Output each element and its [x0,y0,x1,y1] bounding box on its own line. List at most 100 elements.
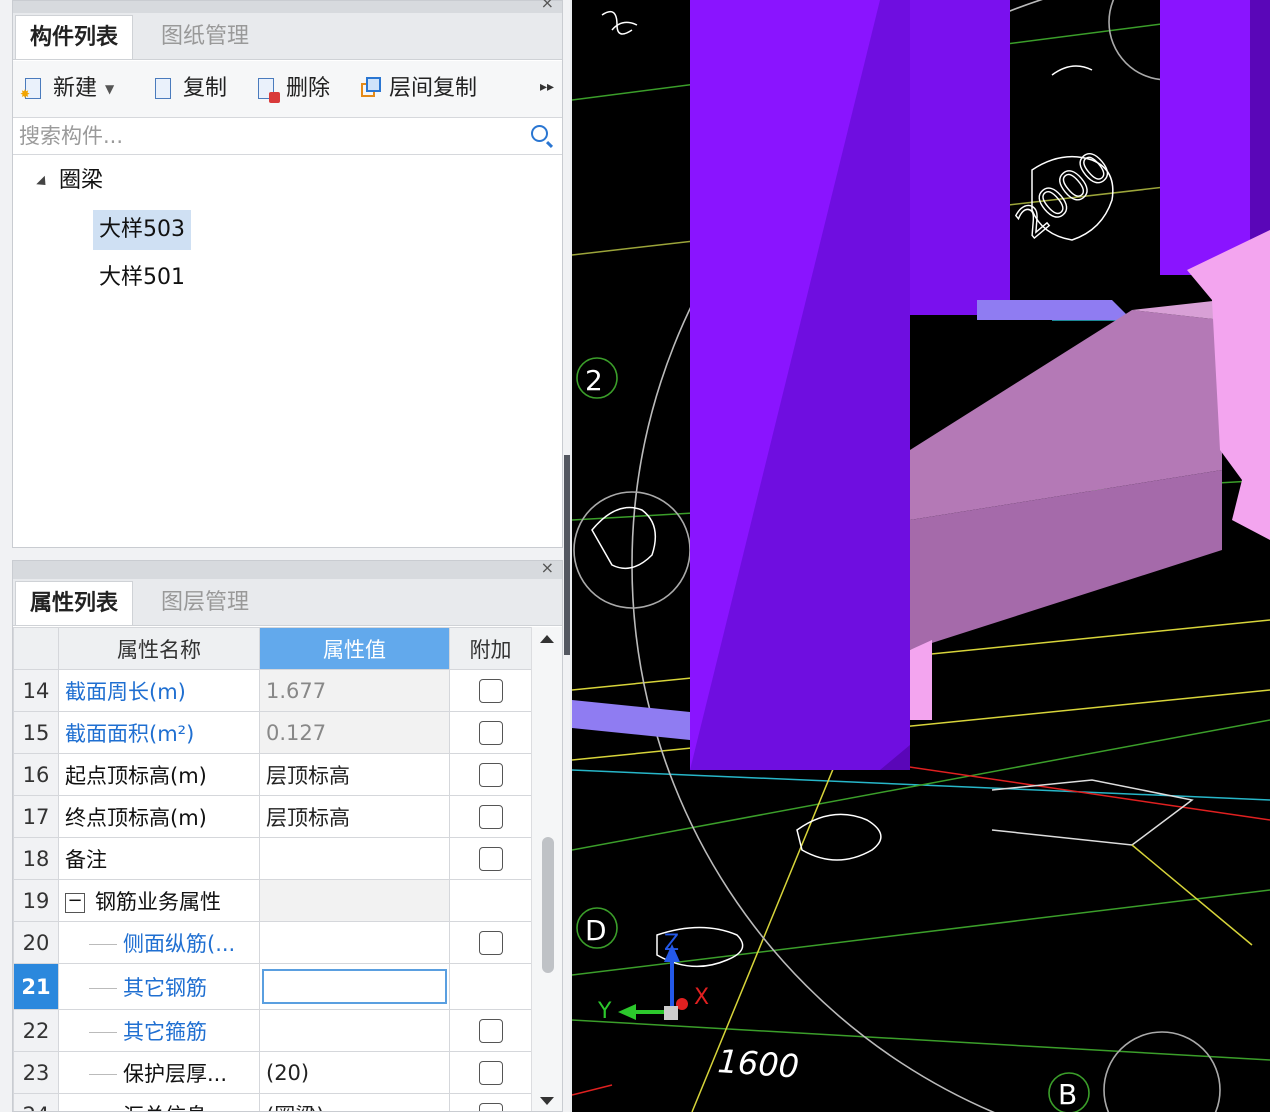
property-value[interactable]: (20) [259,1051,450,1094]
extra-checkbox[interactable] [478,805,503,829]
extra-cell [449,1093,532,1111]
row-number-header [13,627,59,670]
tab-drawing-management[interactable]: 图纸管理 [147,15,263,58]
table-row[interactable]: 14 截面周长(m) 1.677 [13,669,532,712]
property-name-label: 汇总信息 [123,1104,207,1112]
delete-button[interactable]: 删除 [256,69,330,109]
search-input[interactable] [17,120,521,152]
property-value-editor[interactable] [259,963,450,1010]
chevron-down-icon[interactable]: ▼ [105,69,114,109]
collapse-icon[interactable]: − [65,891,85,913]
value-edit-input[interactable] [262,969,447,1004]
search-icon[interactable] [531,125,548,142]
extra-cell [449,669,532,712]
floor-copy-button[interactable]: 层间复制 [359,69,477,109]
delete-icon [256,77,280,103]
axis-label-d: D [585,914,607,947]
table-row[interactable]: 20 侧面纵筋(... [13,921,532,964]
property-name: 其它箍筋 [58,1009,260,1052]
property-group-label: 钢筋业务属性 [95,889,221,914]
property-value[interactable] [259,921,450,964]
table-row[interactable]: 24 汇总信息 (圈梁) [13,1093,532,1112]
property-value: 0.127 [259,711,450,754]
property-tabs: 属性列表 图层管理 [13,579,562,626]
table-row[interactable]: 17 终点顶标高(m) 层顶标高 [13,795,532,838]
panel-splitter[interactable] [0,548,570,560]
table-row[interactable]: 23 保护层厚... (20) [13,1051,532,1094]
axis-label-x: X [694,985,709,1010]
floor-copy-button-label: 层间复制 [389,76,478,101]
column-header-value[interactable]: 属性值 [259,627,450,670]
table-row[interactable]: 15 截面面积(m²) 0.127 [13,711,532,754]
row-number: 24 [13,1093,59,1111]
tree-connector [89,944,117,945]
property-name: 终点顶标高(m) [58,795,260,838]
axis-label-y: Y [597,999,612,1024]
table-row-current[interactable]: 21 其它钢筋 [13,963,532,1010]
component-tabs: 构件列表 图纸管理 [13,13,562,60]
tree-connector [89,1032,117,1033]
property-name-label: 保护层厚... [123,1061,228,1086]
more-tools-icon[interactable]: ▸▸ [540,79,554,95]
expand-triangle-icon[interactable] [36,175,50,190]
table-row-group[interactable]: 19 − 钢筋业务属性 [13,879,532,922]
extra-checkbox[interactable] [478,1103,503,1111]
extra-checkbox[interactable] [478,1061,503,1085]
property-name: 其它钢筋 [58,963,260,1010]
property-value [259,879,450,922]
close-icon[interactable]: × [541,561,554,577]
new-button[interactable]: ✸ 新建 ▼ [20,69,114,109]
extra-checkbox[interactable] [478,763,503,787]
property-value[interactable] [259,1009,450,1052]
delete-button-label: 删除 [286,76,331,101]
property-name: 截面面积(m²) [58,711,260,754]
vertical-scrollbar[interactable] [531,627,562,1111]
scroll-down-icon[interactable] [540,1097,554,1105]
row-number: 14 [13,669,59,712]
extra-checkbox[interactable] [478,931,503,955]
row-number: 20 [13,921,59,964]
scrollbar-thumb[interactable] [542,837,554,973]
property-name: 备注 [58,837,260,880]
property-name-label: 侧面纵筋(... [123,931,236,956]
row-number: 21 [13,963,59,1010]
column-header-extra[interactable]: 附加 [449,627,532,670]
row-number: 15 [13,711,59,754]
property-value[interactable]: 层顶标高 [259,753,450,796]
extra-cell [449,921,532,964]
component-toolbar: ✸ 新建 ▼ 复制 删除 层间复制 ▸▸ [13,61,562,118]
table-row[interactable]: 18 备注 [13,837,532,880]
tab-layer-management[interactable]: 图层管理 [147,581,263,624]
extra-cell [449,1051,532,1094]
3d-viewport[interactable]: 2 D B 1600 2000 Z Y X [572,0,1270,1112]
property-group-name: − 钢筋业务属性 [58,879,260,922]
close-icon[interactable]: × [541,0,554,13]
extra-checkbox[interactable] [478,847,503,871]
extra-checkbox[interactable] [478,679,503,703]
scroll-up-icon[interactable] [540,635,554,643]
property-value[interactable]: 层顶标高 [259,795,450,838]
property-value[interactable] [259,837,450,880]
tree-item-selected[interactable]: 大样503 [93,210,191,250]
property-name: 汇总信息 [58,1093,260,1112]
extra-cell [449,963,532,1010]
tab-component-list[interactable]: 构件列表 [15,15,134,59]
row-number: 18 [13,837,59,880]
left-pane: × 构件列表 图纸管理 ✸ 新建 ▼ 复制 删除 层间复制 ▸▸ 搜索构件...… [0,0,570,1112]
property-value: 1.677 [259,669,450,712]
extra-checkbox[interactable] [478,721,503,745]
table-row[interactable]: 22 其它箍筋 [13,1009,532,1052]
property-value[interactable]: (圈梁) [259,1093,450,1111]
tree-item[interactable]: 大样501 [99,258,185,298]
axis-gizmo[interactable]: Z Y X [597,931,709,1024]
copy-button[interactable]: 复制 [153,69,227,109]
pane-resize-handle[interactable] [564,455,570,655]
extra-checkbox[interactable] [478,1019,503,1043]
component-list-panel: × 构件列表 图纸管理 ✸ 新建 ▼ 复制 删除 层间复制 ▸▸ 搜索构件...… [12,0,563,548]
table-row[interactable]: 16 起点顶标高(m) 层顶标高 [13,753,532,796]
column-header-name[interactable]: 属性名称 [58,627,260,670]
component-search [13,118,562,155]
property-table: 属性名称 属性值 附加 14 截面周长(m) 1.677 15 截面面积(m²)… [13,627,532,1112]
tab-property-list[interactable]: 属性列表 [15,581,134,625]
tree-group-ring-beam[interactable]: 圈梁 [59,161,103,201]
